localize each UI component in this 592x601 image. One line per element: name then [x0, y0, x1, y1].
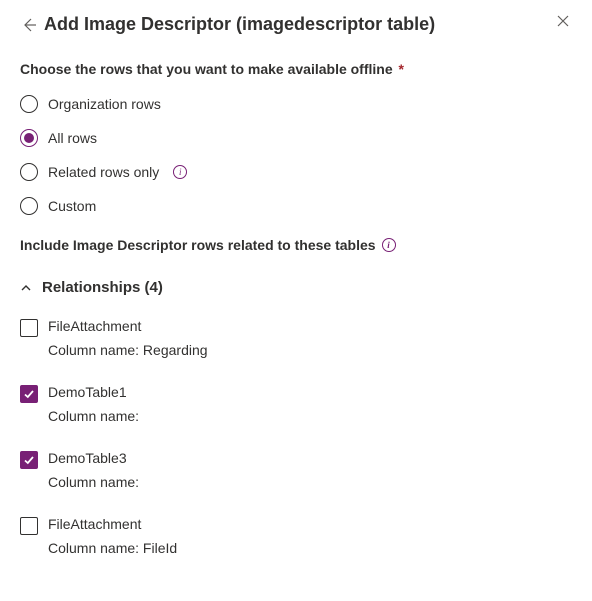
- info-icon[interactable]: i: [173, 165, 187, 179]
- relationship-texts: FileAttachment Column name: Regarding: [48, 318, 208, 358]
- relationship-checkbox[interactable]: [20, 385, 38, 403]
- relationship-name: DemoTable3: [48, 450, 139, 466]
- column-name-label: Column name:: [48, 342, 139, 358]
- relationship-checkbox[interactable]: [20, 319, 38, 337]
- arrow-left-icon: [21, 17, 37, 33]
- row-option-radio[interactable]: Related rows only i: [20, 163, 572, 181]
- row-options-group: Organization rows All rows Related rows on…: [20, 95, 572, 215]
- row-option-label: Related rows only: [48, 164, 159, 180]
- relationship-checkbox[interactable]: [20, 451, 38, 469]
- relationship-column-name: Column name: FileId: [48, 540, 177, 556]
- relationships-label-text: Relationships: [42, 279, 140, 296]
- relationships-list: FileAttachment Column name: Regarding Demo…: [20, 318, 572, 556]
- required-marker: *: [399, 61, 404, 77]
- row-option-label: Custom: [48, 198, 96, 214]
- close-button[interactable]: [554, 12, 572, 30]
- relationship-item: FileAttachment Column name: FileId: [20, 516, 572, 556]
- column-name-label: Column name:: [48, 408, 139, 424]
- row-option-radio[interactable]: Custom: [20, 197, 572, 215]
- rows-prompt: Choose the rows that you want to make av…: [20, 61, 572, 77]
- column-name-label: Column name:: [48, 474, 139, 490]
- row-option-label: Organization rows: [48, 96, 161, 112]
- rows-prompt-text: Choose the rows that you want to make av…: [20, 61, 393, 77]
- column-name-value: FileId: [139, 540, 177, 556]
- radio-dot: [24, 133, 34, 143]
- relationship-column-name: Column name:: [48, 408, 139, 424]
- row-option-radio[interactable]: Organization rows: [20, 95, 572, 113]
- relationship-item: FileAttachment Column name: Regarding: [20, 318, 572, 358]
- check-icon: [23, 388, 35, 400]
- row-option-radio[interactable]: All rows: [20, 129, 572, 147]
- relationship-texts: FileAttachment Column name: FileId: [48, 516, 177, 556]
- relationship-checkbox[interactable]: [20, 517, 38, 535]
- row-option-label: All rows: [48, 130, 97, 146]
- relationship-item: DemoTable1 Column name:: [20, 384, 572, 424]
- relationship-column-name: Column name:: [48, 474, 139, 490]
- related-tables-heading-text: Include Image Descriptor rows related to…: [20, 237, 376, 253]
- close-icon: [556, 14, 570, 28]
- relationship-column-name: Column name: Regarding: [48, 342, 208, 358]
- check-icon: [23, 454, 35, 466]
- relationship-item: DemoTable3 Column name:: [20, 450, 572, 490]
- relationship-texts: DemoTable3 Column name:: [48, 450, 139, 490]
- column-name-value: Regarding: [139, 342, 208, 358]
- relationship-texts: DemoTable1 Column name:: [48, 384, 139, 424]
- radio-circle: [20, 129, 38, 147]
- back-button[interactable]: [20, 16, 38, 34]
- relationship-name: DemoTable1: [48, 384, 139, 400]
- column-name-label: Column name:: [48, 540, 139, 556]
- chevron-up-icon: [20, 282, 32, 294]
- relationships-count: 4: [150, 279, 158, 296]
- info-icon[interactable]: i: [382, 238, 396, 252]
- related-tables-heading: Include Image Descriptor rows related to…: [20, 237, 572, 253]
- radio-circle: [20, 197, 38, 215]
- radio-circle: [20, 95, 38, 113]
- relationships-section-label: Relationships (4): [42, 279, 163, 296]
- relationships-toggle[interactable]: Relationships (4): [20, 279, 572, 296]
- relationship-name: FileAttachment: [48, 516, 177, 532]
- relationship-name: FileAttachment: [48, 318, 208, 334]
- page-title: Add Image Descriptor (imagedescriptor ta…: [44, 14, 435, 35]
- radio-circle: [20, 163, 38, 181]
